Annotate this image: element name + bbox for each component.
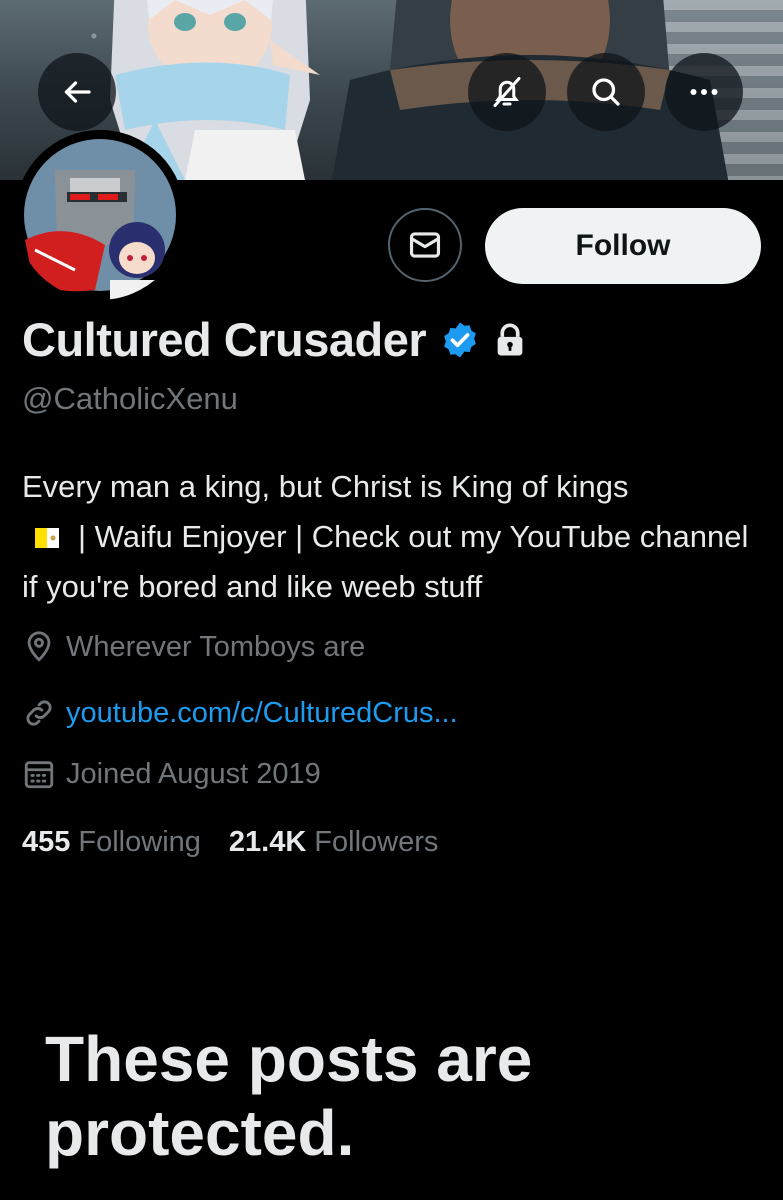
profile-avatar[interactable] bbox=[15, 130, 185, 300]
location-text: Wherever Tomboys are bbox=[66, 630, 366, 663]
profile-location: Wherever Tomboys are bbox=[22, 630, 365, 664]
website-link[interactable]: youtube.com/c/CulturedCrus... bbox=[66, 697, 458, 730]
profile-handle: @CatholicXenu bbox=[22, 381, 238, 416]
follow-button[interactable]: Follow bbox=[485, 208, 761, 284]
calendar-icon bbox=[24, 761, 54, 789]
search-icon bbox=[592, 78, 620, 106]
bio-text-part2: | Waifu Enjoyer | Check out my YouTube c… bbox=[22, 519, 749, 604]
followers-label: Followers bbox=[314, 826, 439, 858]
message-button[interactable] bbox=[388, 208, 462, 282]
profile-join-date: Joined August 2019 bbox=[22, 757, 321, 791]
followers-stat[interactable]: 21.4K Followers bbox=[229, 826, 438, 859]
join-date-text: Joined August 2019 bbox=[66, 757, 321, 790]
envelope-icon bbox=[409, 232, 441, 258]
vatican-flag-icon bbox=[35, 528, 59, 548]
link-icon bbox=[26, 700, 52, 726]
notifications-off-button[interactable] bbox=[468, 53, 546, 131]
search-button[interactable] bbox=[567, 53, 645, 131]
following-stat[interactable]: 455 Following bbox=[22, 826, 201, 859]
back-button[interactable] bbox=[38, 53, 116, 131]
more-horizontal-icon bbox=[690, 89, 718, 95]
arrow-left-icon bbox=[64, 81, 91, 103]
lock-icon bbox=[497, 323, 523, 355]
bell-off-icon bbox=[493, 77, 521, 107]
profile-name-row: Cultured Crusader bbox=[22, 312, 526, 367]
display-name: Cultured Crusader bbox=[22, 313, 427, 366]
profile-stats: 455 Following 21.4K Followers bbox=[22, 826, 466, 859]
more-options-button[interactable] bbox=[665, 53, 743, 131]
protected-posts-message: These posts are protected. bbox=[45, 1023, 533, 1169]
following-label: Following bbox=[78, 826, 201, 858]
profile-bio: Every man a king, but Christ is King of … bbox=[22, 462, 762, 612]
profile-website: youtube.com/c/CulturedCrus... bbox=[22, 696, 458, 730]
avatar-crusader-image bbox=[15, 130, 185, 300]
bio-text-part1: Every man a king, but Christ is King of … bbox=[22, 469, 629, 504]
location-pin-icon bbox=[27, 631, 51, 662]
verified-badge-icon[interactable] bbox=[440, 320, 480, 360]
following-count: 455 bbox=[22, 826, 71, 858]
followers-count: 21.4K bbox=[228, 826, 307, 858]
